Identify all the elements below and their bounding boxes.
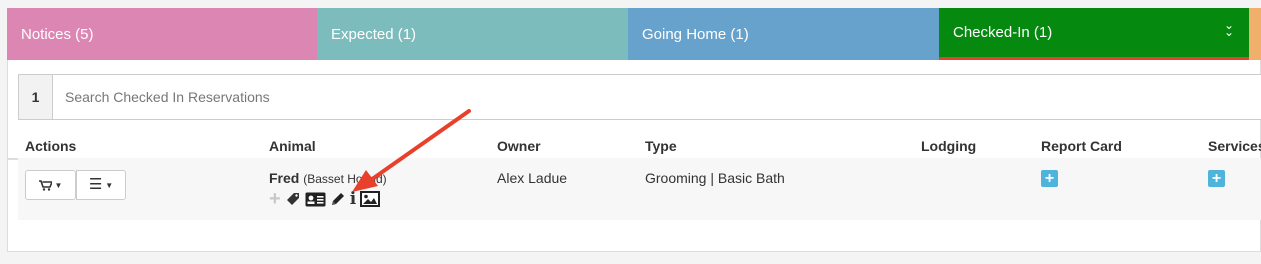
tab-going-home-label: Going Home (1) — [642, 25, 749, 43]
result-count: 1 — [19, 75, 53, 119]
tab-checked-in-label: Checked-In (1) — [953, 24, 1053, 41]
add-service-button[interactable]: + — [1208, 170, 1225, 187]
header-type: Type — [645, 138, 677, 154]
tab-expected-label: Expected (1) — [331, 25, 417, 43]
tab-notices[interactable]: Notices (5) — [7, 8, 317, 60]
cart-dropdown-button[interactable]: ▼ — [25, 170, 76, 200]
add-icon[interactable]: + — [269, 189, 281, 209]
animal-cell: Fred (Basset Hound) — [269, 170, 387, 186]
tab-expected[interactable]: Expected (1) — [317, 8, 628, 60]
tag-icon[interactable] — [285, 191, 301, 207]
type-cell: Grooming | Basic Bath — [645, 170, 785, 186]
checked-in-panel: 1 Actions Animal Owner Type Lodging Repo… — [7, 60, 1261, 252]
tab-checked-in[interactable]: Checked-In (1) ⌄ ⌄ — [939, 8, 1249, 60]
table-header: Actions Animal Owner Type Lodging Report… — [8, 130, 1261, 160]
header-owner: Owner — [497, 138, 541, 154]
animal-breed: (Basset Hound) — [303, 172, 387, 186]
menu-icon: ☰ — [88, 176, 103, 193]
animal-name[interactable]: Fred — [269, 170, 299, 186]
id-card-icon[interactable] — [305, 192, 326, 207]
tab-overflow[interactable] — [1249, 8, 1261, 60]
cart-icon — [38, 179, 52, 191]
tab-notices-label: Notices (5) — [21, 25, 94, 43]
image-icon[interactable] — [360, 191, 381, 207]
status-tabs: Notices (5) Expected (1) Going Home (1) … — [7, 8, 1261, 60]
caret-down-icon: ▼ — [105, 180, 114, 190]
header-animal: Animal — [269, 138, 316, 154]
header-report-card: Report Card — [1041, 138, 1122, 154]
add-report-card-button[interactable]: + — [1041, 170, 1058, 187]
animal-action-icons: + i — [269, 189, 381, 209]
menu-dropdown-button[interactable]: ☰ ▼ — [76, 170, 126, 200]
plus-icon: + — [1044, 170, 1055, 187]
caret-down-icon: ▼ — [54, 180, 63, 190]
plus-icon: + — [1211, 170, 1222, 187]
pencil-icon[interactable] — [330, 191, 346, 207]
info-icon[interactable]: i — [350, 191, 356, 208]
search-input[interactable] — [53, 75, 1261, 119]
chevron-double-down-icon[interactable]: ⌄ ⌄ — [1224, 19, 1234, 38]
search-bar: 1 — [18, 74, 1261, 120]
header-services: Services — [1208, 138, 1261, 154]
header-lodging: Lodging — [921, 138, 977, 154]
table-row: ▼ ☰ ▼ Fred (Basset Hound) + i Alex Ladue… — [18, 158, 1261, 220]
owner-cell: Alex Ladue — [497, 170, 568, 186]
header-actions: Actions — [25, 138, 77, 154]
tab-going-home[interactable]: Going Home (1) — [628, 8, 939, 60]
